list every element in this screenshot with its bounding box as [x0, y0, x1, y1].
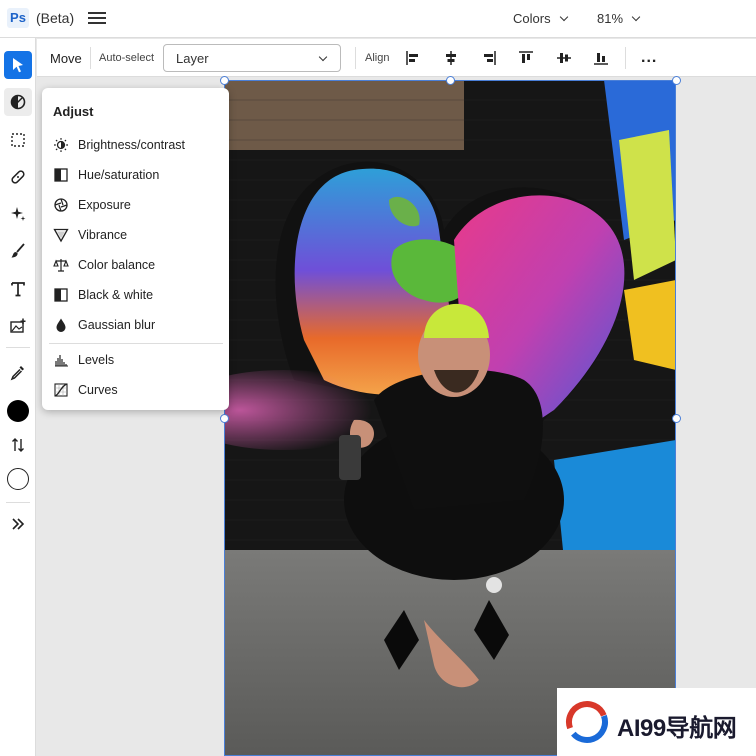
brightness-icon: [54, 138, 68, 152]
transform-handle[interactable]: [220, 414, 229, 423]
swap-colors-icon: [12, 438, 24, 452]
site-watermark: AI99导航网: [557, 688, 756, 756]
place-image-icon: [10, 318, 26, 333]
watermark-text: AI99导航网: [617, 715, 737, 742]
adjustment-tool-icon: [10, 94, 26, 110]
tool-options-bar: Move Auto-select Layer Align ...: [37, 39, 756, 77]
graffiti-photo: [224, 80, 676, 756]
adjust-item-label: Vibrance: [78, 228, 128, 242]
marquee-tool-button[interactable]: [4, 126, 32, 154]
adjust-item-exposure[interactable]: Exposure: [42, 191, 229, 219]
adjust-item-label: Gaussian blur: [78, 318, 156, 332]
auto-select-dropdown[interactable]: Layer: [163, 44, 341, 72]
options-divider: [625, 47, 626, 69]
adjust-item-color-balance[interactable]: Color balance: [42, 251, 229, 279]
transform-handle[interactable]: [220, 76, 229, 85]
transform-handle[interactable]: [446, 76, 455, 85]
colors-dropdown-label: Colors: [513, 11, 551, 26]
adjust-item-label: Hue/saturation: [78, 168, 160, 182]
generative-fill-button[interactable]: [4, 200, 32, 228]
tool-name-label: Move: [50, 51, 82, 66]
expand-toolbar-icon: [12, 518, 25, 530]
chevron-down-icon: [559, 12, 568, 22]
adjust-menu: Adjust Brightness/contrast Hue/saturatio…: [42, 88, 229, 410]
place-image-button[interactable]: [4, 312, 32, 340]
options-divider: [355, 47, 356, 69]
brush-tool-icon: [11, 243, 25, 258]
auto-select-value: Layer: [176, 51, 209, 66]
toolbar-divider: [6, 502, 30, 503]
adjust-item-brightness-contrast[interactable]: Brightness/contrast: [42, 131, 229, 159]
adjust-item-levels[interactable]: Levels: [42, 346, 229, 374]
brush-tool-button[interactable]: [4, 237, 32, 265]
chevron-down-icon: [631, 12, 641, 22]
chevron-down-icon: [318, 52, 328, 62]
black-white-icon: [54, 288, 68, 302]
align-horizontal-center-icon[interactable]: [443, 50, 459, 66]
adjust-item-label: Levels: [78, 353, 115, 367]
move-tool-button[interactable]: [4, 51, 32, 79]
align-right-icon[interactable]: [481, 50, 497, 66]
adjust-item-hue-saturation[interactable]: Hue/saturation: [42, 161, 229, 189]
watermark-logo-icon: [566, 701, 608, 743]
adjust-item-label: Brightness/contrast: [78, 138, 185, 152]
adjust-item-black-white[interactable]: Black & white: [42, 281, 229, 309]
adjust-item-curves[interactable]: Curves: [42, 376, 229, 404]
align-top-icon[interactable]: [518, 50, 534, 66]
gaussian-blur-icon: [56, 318, 66, 332]
photoshop-logo: Ps: [7, 8, 29, 28]
toolbar-divider: [6, 347, 30, 348]
options-divider: [90, 47, 91, 69]
transform-handle[interactable]: [672, 414, 681, 423]
align-label: Align: [365, 52, 390, 64]
vibrance-icon: [53, 228, 69, 243]
transform-handle[interactable]: [672, 76, 681, 85]
menu-icon[interactable]: [88, 10, 106, 28]
adjust-item-label: Color balance: [78, 258, 156, 272]
align-bottom-icon[interactable]: [593, 50, 609, 66]
adjust-item-label: Curves: [78, 383, 118, 397]
adjustment-tool-button[interactable]: [4, 88, 32, 116]
adjust-menu-title: Adjust: [53, 104, 94, 119]
exposure-icon: [54, 198, 68, 212]
marquee-tool-icon: [11, 133, 25, 147]
canvas-image[interactable]: [224, 80, 676, 756]
beta-label: (Beta): [36, 10, 75, 26]
adjust-item-vibrance[interactable]: Vibrance: [42, 221, 229, 249]
adjust-item-label: Exposure: [78, 198, 131, 212]
eyedropper-button[interactable]: [4, 358, 32, 386]
spot-healing-tool-icon: [11, 170, 25, 184]
expand-toolbar-button[interactable]: [4, 510, 32, 538]
background-color-swatch[interactable]: [4, 465, 32, 493]
zoom-dropdown[interactable]: 81%: [597, 11, 641, 26]
foreground-color-swatch[interactable]: [4, 397, 32, 425]
auto-select-label: Auto-select: [99, 52, 155, 64]
adjust-item-label: Black & white: [78, 288, 154, 302]
type-tool-button[interactable]: [4, 275, 32, 303]
generative-fill-icon: [11, 207, 26, 221]
type-tool-icon: [11, 282, 25, 297]
color-balance-icon: [53, 259, 69, 272]
more-options-button[interactable]: ...: [641, 49, 657, 67]
adjust-menu-divider: [49, 343, 223, 344]
colors-dropdown[interactable]: Colors: [513, 11, 568, 26]
spot-healing-tool-button[interactable]: [4, 163, 32, 191]
align-vertical-center-icon[interactable]: [556, 50, 572, 66]
eyedropper-icon: [10, 366, 24, 381]
adjust-item-gaussian-blur[interactable]: Gaussian blur: [42, 311, 229, 339]
curves-icon: [54, 383, 68, 397]
zoom-dropdown-label: 81%: [597, 11, 624, 26]
align-left-icon[interactable]: [405, 50, 421, 66]
move-tool-icon: [13, 58, 23, 73]
levels-icon: [55, 355, 68, 367]
app-header: Ps (Beta) Colors 81%: [0, 0, 756, 38]
tools-panel: [0, 38, 36, 756]
swap-colors-button[interactable]: [4, 431, 32, 459]
hue-saturation-icon: [54, 168, 68, 182]
